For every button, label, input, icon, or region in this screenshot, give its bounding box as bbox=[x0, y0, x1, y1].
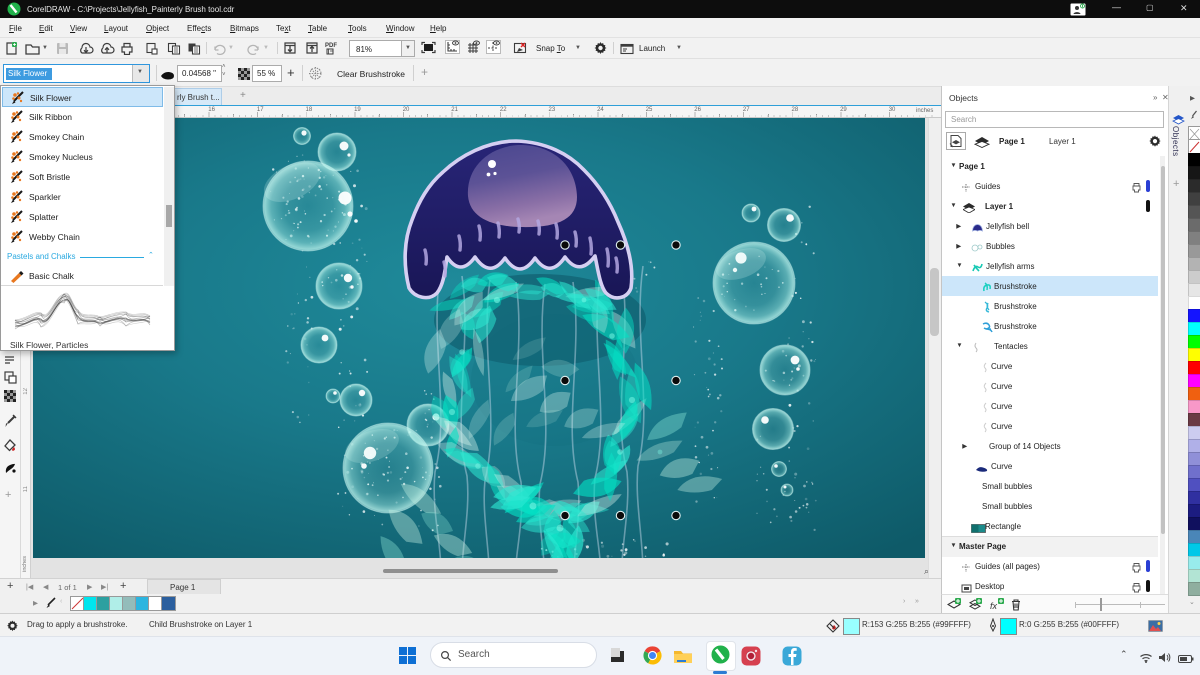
svg-text:PDF: PDF bbox=[325, 43, 337, 49]
svg-text:fx: fx bbox=[990, 601, 998, 611]
